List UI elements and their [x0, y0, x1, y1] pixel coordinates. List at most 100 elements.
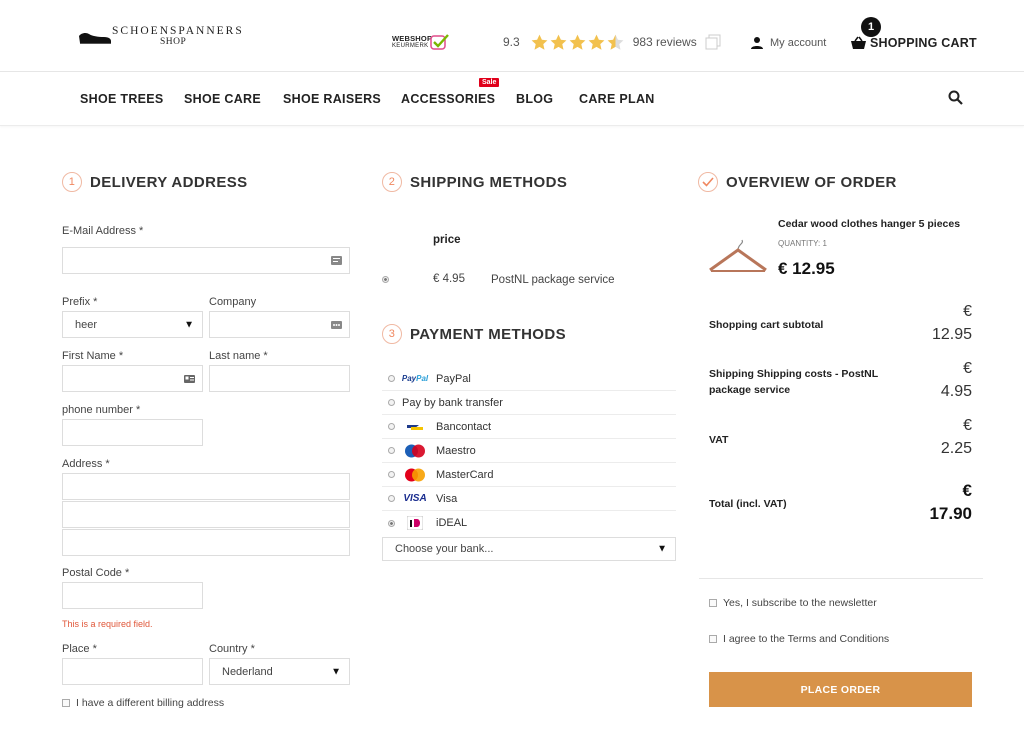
payment-radio[interactable]: [388, 519, 395, 527]
nav-shoe-raisers[interactable]: SHOE RAISERS: [283, 92, 381, 106]
nav-shoe-care[interactable]: SHOE CARE: [184, 92, 261, 106]
subtotal-value: 12.95: [931, 326, 972, 343]
shoe-logo-icon: [79, 32, 111, 44]
bank-select[interactable]: Choose your bank... ▼: [382, 537, 676, 561]
postal-code-input[interactable]: [62, 582, 203, 609]
country-select[interactable]: Nederland ▼: [209, 658, 350, 685]
place-input[interactable]: [62, 658, 203, 685]
delivery-address-heading: 1 DELIVERY ADDRESS: [62, 172, 248, 192]
divider: [699, 578, 983, 579]
payment-option-maestro[interactable]: Maestro: [382, 439, 676, 463]
cart-count-badge: 1: [861, 17, 881, 37]
main-navigation: SHOE TREES SHOE CARE SHOE RAISERS ACCESS…: [0, 72, 1024, 126]
ideal-icon: [402, 516, 428, 530]
shipping-option-name: PostNL package service: [491, 274, 615, 286]
shipping-cost-value: 4.95: [940, 383, 972, 400]
price-column-header: price: [433, 234, 461, 246]
product-image[interactable]: [708, 238, 768, 274]
star-icon: [588, 34, 605, 50]
newsletter-checkbox[interactable]: Yes, I subscribe to the newsletter: [709, 597, 877, 609]
shipping-methods-heading: 2 SHIPPING METHODS: [382, 172, 567, 192]
star-icon: [569, 34, 586, 50]
address-line-2-input[interactable]: [62, 501, 350, 528]
company-input[interactable]: [209, 311, 350, 338]
visa-icon: VISA: [403, 493, 427, 504]
autofill-icon: [331, 321, 342, 329]
my-account-link[interactable]: My account: [750, 36, 826, 50]
checkmark-icon: [430, 34, 449, 50]
payment-radio[interactable]: [388, 495, 395, 502]
nav-accessories[interactable]: ACCESSORIES: [401, 92, 495, 106]
payment-radio[interactable]: [388, 399, 395, 406]
order-overview-heading: OVERVIEW OF ORDER: [698, 172, 897, 192]
dropdown-arrow-icon: ▼: [331, 666, 341, 677]
nav-blog[interactable]: BLOG: [516, 92, 553, 106]
terms-checkbox[interactable]: I agree to the Terms and Conditions: [709, 633, 889, 645]
prefix-select[interactable]: heer ▼: [62, 311, 203, 338]
billing-address-checkbox[interactable]: I have a different billing address: [62, 697, 224, 709]
payment-radio[interactable]: [388, 447, 395, 454]
payment-radio[interactable]: [388, 423, 395, 430]
nav-care-plan[interactable]: CARE PLAN: [579, 92, 655, 106]
payment-radio[interactable]: [388, 375, 395, 382]
postal-code-error: This is a required field.: [62, 619, 153, 629]
checkbox[interactable]: [709, 599, 717, 607]
total-currency: €: [962, 481, 972, 500]
bancontact-icon: [402, 420, 428, 434]
step-number: 1: [62, 172, 82, 192]
star-icon: [550, 34, 567, 50]
dropdown-arrow-icon: ▼: [184, 319, 194, 330]
paypal-icon: PayPal: [401, 374, 429, 383]
search-icon[interactable]: [948, 90, 963, 105]
top-header: SCHOENSPANNERS SHOP WEBSHOP KEURMERK 9.3…: [0, 0, 1024, 72]
payment-option-ideal[interactable]: iDEAL: [382, 511, 676, 535]
checkbox[interactable]: [709, 635, 717, 643]
phone-label: phone number *: [62, 404, 141, 416]
checkbox[interactable]: [62, 699, 70, 707]
company-label: Company: [209, 296, 257, 308]
shipping-cost-label: Shipping Shipping costs - PostNL package…: [709, 368, 878, 396]
last-name-input[interactable]: [209, 365, 350, 392]
shopping-cart-link[interactable]: SHOPPING CART: [850, 36, 977, 50]
total-value: 17.90: [929, 504, 972, 523]
dropdown-arrow-icon: ▼: [657, 543, 667, 555]
payment-option-visa[interactable]: VISA Visa: [382, 487, 676, 511]
step-number: 3: [382, 324, 402, 344]
place-order-button[interactable]: PLACE ORDER: [709, 672, 972, 707]
nav-shoe-trees[interactable]: SHOE TREES: [80, 92, 164, 106]
email-input[interactable]: [62, 247, 350, 274]
total-row: Total (incl. VAT) € 17.90: [709, 479, 972, 529]
product-price: € 12.95: [778, 259, 835, 278]
step-number: 2: [382, 172, 402, 192]
store-logo[interactable]: SCHOENSPANNERS SHOP: [78, 22, 242, 50]
payment-option-mastercard[interactable]: MasterCard: [382, 463, 676, 487]
email-label: E-Mail Address *: [62, 225, 144, 237]
product-name[interactable]: Cedar wood clothes hanger 5 pieces: [778, 218, 960, 230]
webshop-keurmerk-logo[interactable]: WEBSHOP KEURMERK: [392, 34, 450, 52]
last-name-label: Last name *: [209, 350, 268, 362]
subtotal-label: Shopping cart subtotal: [709, 319, 824, 331]
vat-label: VAT: [709, 434, 729, 446]
payment-radio[interactable]: [388, 471, 395, 478]
subtotal-row: Shopping cart subtotal € 12.95: [709, 300, 972, 350]
payment-option-bancontact[interactable]: Bancontact: [382, 415, 676, 439]
check-icon: [698, 172, 718, 192]
address-line-3-input[interactable]: [62, 529, 350, 556]
autofill-icon: [331, 256, 342, 265]
sale-badge: Sale: [479, 78, 500, 87]
logo-subtext: SHOP: [160, 37, 187, 47]
mastercard-icon: [402, 468, 428, 482]
product-quantity: QUANTITY: 1: [778, 239, 827, 248]
address-line-1-input[interactable]: [62, 473, 350, 500]
vat-currency: €: [963, 417, 972, 434]
rating-widget[interactable]: 9.3 983 reviews: [503, 32, 721, 52]
vat-row: VAT € 2.25: [709, 414, 972, 464]
payment-option-bank-transfer[interactable]: Pay by bank transfer: [382, 391, 676, 415]
shipping-option-radio[interactable]: [382, 276, 389, 283]
phone-input[interactable]: [62, 419, 203, 446]
maestro-icon: [402, 444, 428, 458]
country-label: Country *: [209, 643, 255, 655]
payment-option-paypal[interactable]: PayPal PayPal: [382, 367, 676, 391]
first-name-input[interactable]: [62, 365, 203, 392]
star-icon: [531, 34, 548, 50]
